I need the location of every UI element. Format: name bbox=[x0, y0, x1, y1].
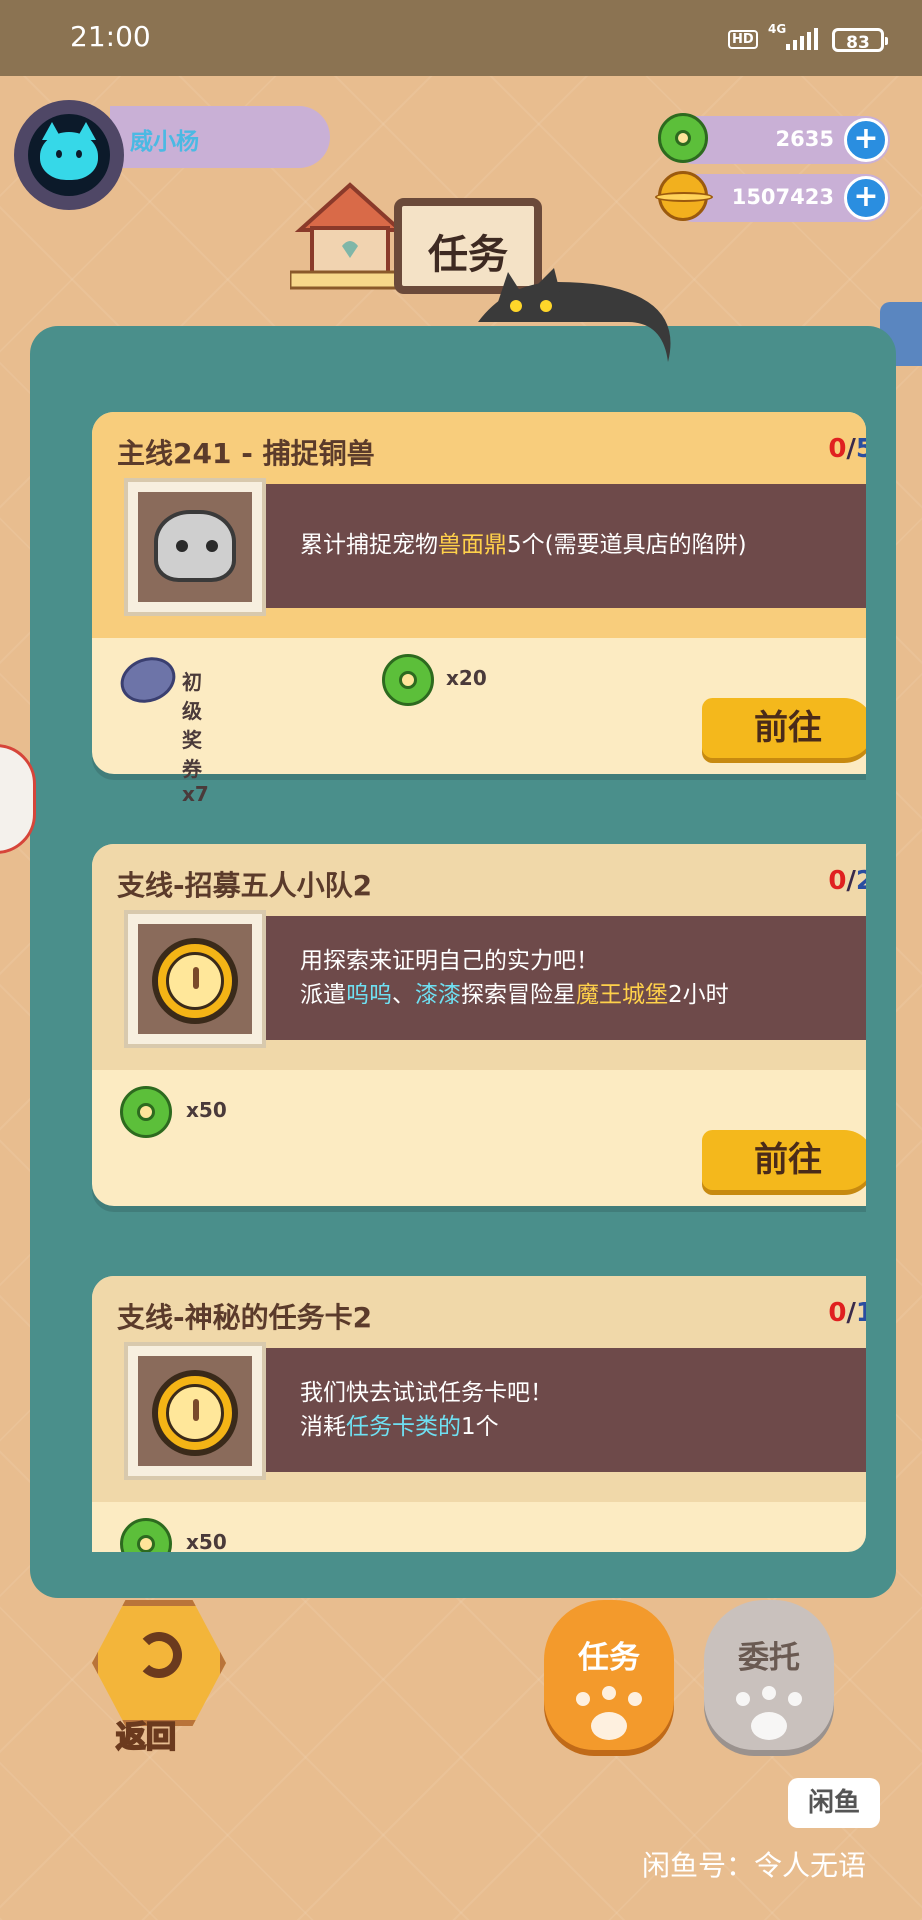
highlight-text: 任务卡类的 bbox=[346, 1414, 461, 1440]
task-progress: 0/2 bbox=[828, 866, 866, 896]
task-list[interactable]: 主线241 - 捕捉铜兽 0/5 累计捕捉宠物兽面鼎5个(需要道具店的陷阱) 初… bbox=[60, 412, 866, 1552]
go-button[interactable]: 前往 bbox=[702, 1130, 866, 1190]
reward-label: x50 bbox=[186, 1530, 227, 1552]
description-line: 派遣呜呜、漆漆探索冒险星魔王城堡2小时 bbox=[300, 978, 729, 1012]
player-name: 威小杨 bbox=[130, 129, 199, 155]
green-coin-icon bbox=[120, 1518, 172, 1552]
tab-tasks-label: 任务 bbox=[578, 1640, 640, 1676]
back-label: 返回 bbox=[115, 1719, 177, 1756]
avatar[interactable] bbox=[14, 100, 124, 210]
hd-badge: HD bbox=[728, 30, 758, 49]
clock-icon bbox=[152, 938, 238, 1024]
highlight-text: 魔王城堡 bbox=[576, 982, 668, 1008]
player-name-pill[interactable]: 威小杨 bbox=[110, 106, 330, 168]
status-time: 21:00 bbox=[70, 20, 151, 53]
description-line: 累计捕捉宠物兽面鼎5个(需要道具店的陷阱) bbox=[300, 528, 747, 562]
green-coin-value: 2635 bbox=[775, 127, 834, 151]
task-card: 主线241 - 捕捉铜兽 0/5 累计捕捉宠物兽面鼎5个(需要道具店的陷阱) 初… bbox=[92, 412, 866, 806]
task-card: 支线-招募五人小队2 0/2 用探索来证明自己的实力吧！ 派遣呜呜、漆漆探索冒险星… bbox=[92, 844, 866, 1206]
tab-commission[interactable]: 委托 bbox=[704, 1600, 834, 1750]
task-progress: 0/5 bbox=[828, 434, 866, 464]
task-thumbnail bbox=[124, 910, 266, 1048]
task-thumbnail bbox=[124, 1342, 266, 1480]
green-coin-icon bbox=[120, 1086, 172, 1138]
description-segment: 消耗 bbox=[300, 1414, 346, 1440]
description-segment: 1个 bbox=[461, 1414, 499, 1440]
battery-icon: 83 bbox=[832, 28, 888, 53]
go-button[interactable]: 前往 bbox=[702, 698, 866, 758]
add-gold-coin-button[interactable]: + bbox=[844, 176, 888, 220]
task-description-text: 累计捕捉宠物兽面鼎5个(需要道具店的陷阱) bbox=[300, 528, 747, 562]
highlight-text: 漆漆 bbox=[415, 982, 461, 1008]
description-segment: 2小时 bbox=[668, 982, 729, 1008]
description-segment: 我们快去试试任务卡吧！ bbox=[300, 1380, 553, 1406]
highlight-text: 呜呜 bbox=[346, 982, 392, 1008]
task-card: 支线-神秘的任务卡2 0/1 我们快去试试任务卡吧！ 消耗任务卡类的1个 x50 bbox=[92, 1276, 866, 1552]
description-segment: 、 bbox=[392, 982, 415, 1008]
clock-icon bbox=[152, 1370, 238, 1456]
description-segment: 派遣 bbox=[300, 982, 346, 1008]
description-line: 我们快去试试任务卡吧！ bbox=[300, 1376, 553, 1410]
cat-avatar-icon bbox=[40, 122, 98, 180]
xianyu-id: 闲鱼号：令人无语 bbox=[642, 1849, 867, 1882]
task-title: 主线241 - 捕捉铜兽 bbox=[117, 437, 375, 470]
signal-icon bbox=[786, 26, 820, 50]
task-card-header: 主线241 - 捕捉铜兽 0/5 累计捕捉宠物兽面鼎5个(需要道具店的陷阱) bbox=[92, 412, 866, 638]
task-description: 用探索来证明自己的实力吧！ 派遣呜呜、漆漆探索冒险星魔王城堡2小时 bbox=[266, 916, 866, 1040]
add-green-coin-button[interactable]: + bbox=[844, 118, 888, 162]
tab-tasks[interactable]: 任务 bbox=[544, 1600, 674, 1750]
ticket-icon bbox=[114, 649, 182, 711]
gold-coin-value: 1507423 bbox=[731, 185, 834, 209]
reward-label: x50 bbox=[186, 1098, 227, 1122]
task-description-text: 用探索来证明自己的实力吧！ 派遣呜呜、漆漆探索冒险星魔王城堡2小时 bbox=[300, 944, 729, 1012]
task-description: 我们快去试试任务卡吧！ 消耗任务卡类的1个 bbox=[266, 1348, 866, 1472]
task-thumbnail bbox=[124, 478, 266, 616]
description-segment: 累计捕捉宠物 bbox=[300, 532, 438, 558]
description-line: 用探索来证明自己的实力吧！ bbox=[300, 944, 729, 978]
task-description: 累计捕捉宠物兽面鼎5个(需要道具店的陷阱) bbox=[266, 484, 866, 608]
task-title: 支线-招募五人小队2 bbox=[117, 869, 373, 902]
reward-label: 初级奖券x7 bbox=[182, 670, 209, 806]
task-description-text: 我们快去试试任务卡吧！ 消耗任务卡类的1个 bbox=[300, 1376, 553, 1444]
task-card-header: 支线-招募五人小队2 0/2 用探索来证明自己的实力吧！ 派遣呜呜、漆漆探索冒险星… bbox=[92, 844, 866, 1070]
black-cat-icon bbox=[478, 268, 671, 362]
status-bar: 21:00 HD 4G 83 bbox=[0, 0, 922, 76]
xianyu-logo: 闲鱼 bbox=[788, 1778, 880, 1828]
description-segment: 探索冒险星 bbox=[461, 982, 576, 1008]
network-label: 4G bbox=[768, 22, 787, 36]
back-arrow-icon bbox=[136, 1632, 182, 1678]
reward-label: x20 bbox=[446, 666, 487, 690]
green-coin-icon bbox=[382, 654, 434, 706]
gold-planet-icon bbox=[655, 171, 713, 221]
task-title: 支线-神秘的任务卡2 bbox=[117, 1301, 373, 1334]
description-segment: 用探索来证明自己的实力吧！ bbox=[300, 948, 599, 974]
bronze-beast-icon bbox=[154, 510, 236, 582]
avatar-frame bbox=[28, 114, 110, 196]
task-progress: 0/1 bbox=[828, 1298, 866, 1328]
house-icon bbox=[290, 182, 410, 290]
task-card-header: 支线-神秘的任务卡2 0/1 我们快去试试任务卡吧！ 消耗任务卡类的1个 bbox=[92, 1276, 866, 1502]
description-segment: 5个(需要道具店的陷阱) bbox=[507, 532, 747, 558]
green-coin-icon bbox=[658, 113, 708, 163]
description-line: 消耗任务卡类的1个 bbox=[300, 1410, 553, 1444]
highlight-text: 兽面鼎 bbox=[438, 532, 507, 558]
task-panel: 主线241 - 捕捉铜兽 0/5 累计捕捉宠物兽面鼎5个(需要道具店的陷阱) 初… bbox=[30, 326, 896, 1598]
tab-commission-label: 委托 bbox=[738, 1640, 800, 1676]
